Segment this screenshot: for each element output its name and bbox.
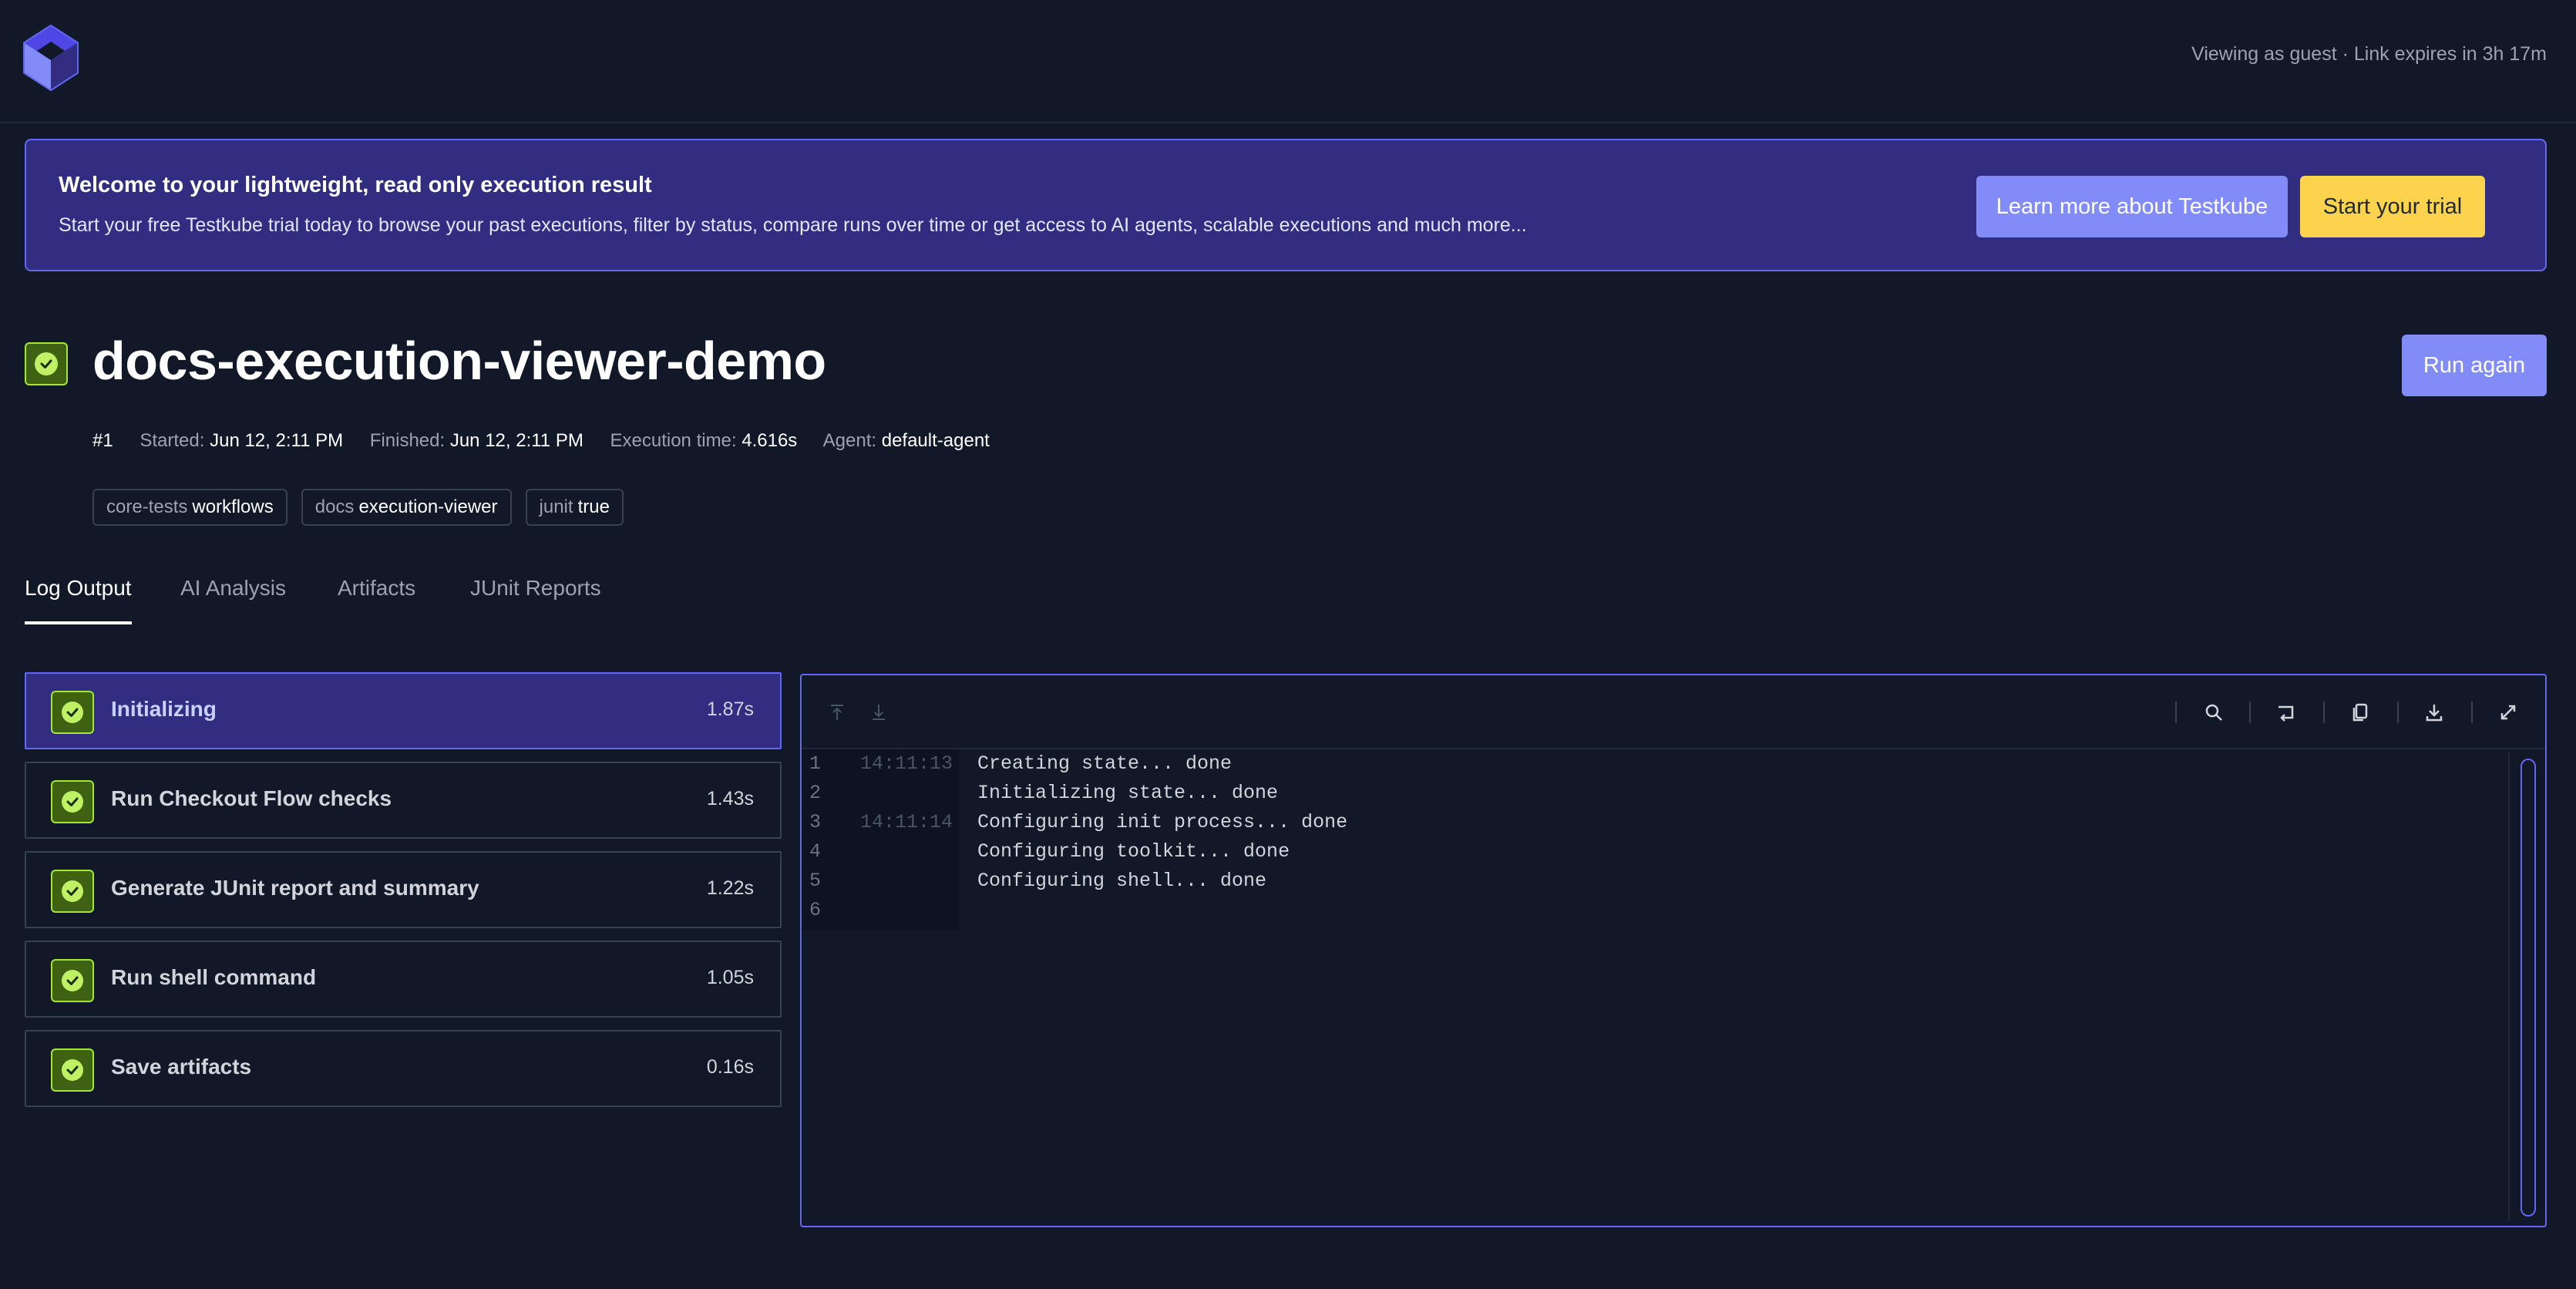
finished-value: Jun 12, 2:11 PM [449, 430, 583, 451]
step-status-icon [51, 691, 94, 734]
line-number: 3 [809, 811, 822, 833]
tag: docs execution-viewer [301, 489, 512, 526]
check-circle-icon [62, 791, 83, 813]
log-line: 1 14:11:13 Creating state... done [802, 749, 2497, 779]
agent-label: Agent: [822, 430, 877, 451]
finished-label: Finished: [369, 430, 446, 451]
step-name: Save artifacts [111, 1055, 252, 1079]
step-item-shell-command[interactable]: Run shell command 1.05s [25, 941, 782, 1018]
step-item-initializing[interactable]: Initializing 1.87s [25, 672, 782, 749]
tab-artifacts[interactable]: Artifacts [338, 570, 415, 624]
banner-title: Welcome to your lightweight, read only e… [59, 173, 652, 197]
scroll-bottom-icon[interactable] [865, 698, 893, 726]
step-duration: 1.22s [706, 877, 754, 899]
tag-key: junit [539, 496, 573, 517]
step-name: Generate JUnit report and summary [111, 876, 479, 900]
log-message: Configuring toolkit... done [977, 840, 1290, 863]
toolbar-divider [2175, 702, 2177, 723]
line-number: 5 [809, 870, 822, 892]
tag-value: execution-viewer [358, 496, 498, 517]
step-name: Run shell command [111, 965, 317, 989]
log-message: Configuring init process... done [977, 811, 1348, 833]
page-title: docs-execution-viewer-demo [92, 331, 826, 391]
tag-value: true [577, 496, 610, 517]
testkube-logo-icon[interactable] [23, 25, 79, 91]
download-icon[interactable] [2420, 698, 2448, 726]
step-duration: 1.43s [706, 788, 754, 809]
run-again-button[interactable]: Run again [2402, 335, 2547, 396]
step-item-save-artifacts[interactable]: Save artifacts 0.16s [25, 1030, 782, 1107]
check-circle-icon [62, 970, 83, 991]
line-number: 1 [809, 752, 822, 775]
log-scrollbar[interactable] [2508, 752, 2539, 1221]
banner-description: Start your free Testkube trial today to … [59, 214, 1527, 236]
wrap-icon[interactable] [2272, 698, 2300, 726]
started-label: Started: [140, 430, 205, 451]
learn-more-button[interactable]: Learn more about Testkube [1976, 176, 2288, 237]
log-message: Configuring shell... done [977, 870, 1267, 892]
trial-banner: Welcome to your lightweight, read only e… [25, 139, 2547, 271]
step-duration: 1.05s [706, 967, 754, 988]
line-number: 4 [809, 840, 822, 863]
step-status-icon [51, 870, 94, 913]
log-line: 3 14:11:14 Configuring init process... d… [802, 808, 2497, 837]
check-circle-icon [62, 702, 83, 723]
step-item-checkout-flow[interactable]: Run Checkout Flow checks 1.43s [25, 762, 782, 839]
line-number: 2 [809, 782, 822, 804]
execution-number: #1 [92, 430, 113, 451]
scroll-top-icon[interactable] [823, 698, 851, 726]
log-output-panel: 1 14:11:13 Creating state... done 2 Init… [800, 674, 2547, 1227]
tag: junit true [525, 489, 624, 526]
step-name: Run Checkout Flow checks [111, 786, 392, 810]
fullscreen-icon[interactable] [2494, 698, 2522, 726]
step-status-icon [51, 1048, 94, 1092]
started-value: Jun 12, 2:11 PM [210, 430, 344, 451]
log-line: 4 Configuring toolkit... done [802, 837, 2497, 867]
step-duration: 1.87s [706, 698, 754, 720]
search-icon[interactable] [2200, 698, 2228, 726]
duration-value: 4.616s [742, 430, 798, 451]
tab-junit-reports[interactable]: JUnit Reports [470, 570, 601, 624]
log-line: 6 [802, 896, 2497, 925]
tab-ai-analysis[interactable]: AI Analysis [180, 570, 286, 624]
log-body: 1 14:11:13 Creating state... done 2 Init… [802, 749, 2497, 1226]
tab-log-output[interactable]: Log Output [25, 570, 132, 624]
agent-value: default-agent [881, 430, 990, 451]
copy-icon[interactable] [2346, 698, 2374, 726]
scrollbar-thumb[interactable] [2521, 759, 2536, 1217]
toolbar-divider [2249, 702, 2251, 723]
line-number: 6 [809, 899, 822, 921]
step-status-icon [51, 959, 94, 1002]
log-message: Initializing state... done [977, 782, 1279, 804]
toolbar-divider [2471, 702, 2473, 723]
execution-tags: core-tests workflows docs execution-viewer… [92, 489, 624, 526]
step-status-icon [51, 780, 94, 823]
start-trial-button[interactable]: Start your trial [2300, 176, 2485, 237]
check-circle-icon [62, 1059, 83, 1081]
toolbar-divider [2397, 702, 2399, 723]
check-circle-icon [62, 880, 83, 902]
toolbar-divider [2323, 702, 2325, 723]
tag-value: workflows [192, 496, 274, 517]
log-line: 5 Configuring shell... done [802, 867, 2497, 896]
log-timestamp: 14:11:13 [860, 752, 953, 775]
tag-key: docs [314, 496, 355, 517]
tag-key: core-tests [106, 496, 188, 517]
log-toolbar [802, 675, 2545, 749]
log-timestamp: 14:11:14 [860, 811, 953, 833]
tab-bar: Log Output AI Analysis Artifacts JUnit R… [25, 570, 2547, 624]
log-message: Creating state... done [977, 752, 1233, 775]
duration-label: Execution time: [610, 430, 737, 451]
step-duration: 0.16s [706, 1056, 754, 1078]
log-line: 2 Initializing state... done [802, 779, 2497, 808]
step-name: Initializing [111, 697, 217, 721]
top-bar: Viewing as guest · Link expires in 3h 17… [0, 0, 2576, 123]
guest-access-note: Viewing as guest · Link expires in 3h 17… [2191, 43, 2547, 65]
step-item-junit-report[interactable]: Generate JUnit report and summary 1.22s [25, 851, 782, 928]
check-icon [40, 359, 52, 369]
execution-status-badge [25, 342, 68, 385]
execution-meta: #1 Started: Jun 12, 2:11 PM Finished: Ju… [92, 430, 1011, 452]
tag: core-tests workflows [92, 489, 288, 526]
